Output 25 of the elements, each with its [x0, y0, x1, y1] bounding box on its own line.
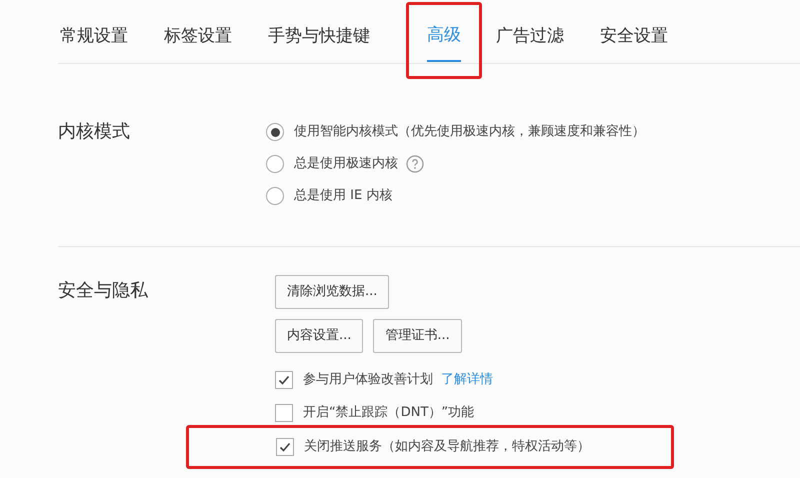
checkbox[interactable]	[275, 370, 293, 388]
action-button[interactable]: 清除浏览数据...	[275, 275, 390, 309]
settings-tab[interactable]: 广告过滤	[496, 24, 564, 63]
checkbox[interactable]	[276, 438, 294, 456]
option-label: 参与用户体验改善计划	[303, 370, 433, 389]
settings-tab[interactable]: 常规设置	[60, 24, 128, 63]
action-button[interactable]: 管理证书...	[373, 319, 462, 353]
section-title: 安全与隐私	[58, 280, 148, 301]
option-label: 总是使用 IE 内核	[294, 187, 392, 206]
radio-button[interactable]	[266, 187, 284, 205]
radio-button[interactable]	[266, 155, 284, 173]
section-title: 内核模式	[58, 121, 130, 142]
settings-tab[interactable]: 标签设置	[164, 24, 232, 63]
settings-tab[interactable]: 安全设置	[600, 24, 668, 63]
check-mark-icon	[279, 441, 291, 453]
check-mark-icon	[278, 374, 290, 386]
option-label: 开启“禁止跟踪（DNT）”功能	[303, 404, 474, 422]
option-label: 总是使用极速内核	[294, 155, 398, 174]
option-label: 使用智能内核模式（优先使用极速内核，兼顾速度和兼容性）	[294, 123, 645, 142]
option-label: 关闭推送服务（如内容及导航推荐，特权活动等）	[304, 438, 590, 456]
radio-button[interactable]	[266, 123, 284, 141]
action-button[interactable]: 内容设置...	[275, 319, 364, 353]
settings-tab[interactable]: 手势与快捷键	[268, 24, 370, 63]
help-icon[interactable]	[406, 155, 424, 173]
checkbox[interactable]	[275, 404, 293, 422]
